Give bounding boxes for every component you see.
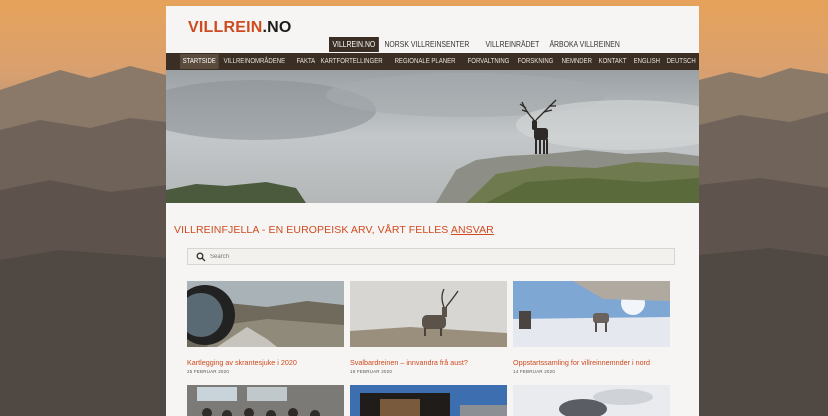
site-logo[interactable]: VILLREIN.NO [188,19,292,37]
article-card-svalbardreinen[interactable]: Svalbardreinen – innvandra frå aust? 19 … [350,281,507,374]
article-image-winter-reindeer[interactable] [513,281,670,347]
search-icon [196,252,206,262]
nav-item-forvaltning[interactable]: FORVALTNING [465,54,512,69]
logo-text-main: VILLREIN [188,19,263,36]
article-card-skrantesjuke[interactable]: Kartlegging av skrantesjuke i 2020 25 FE… [175,281,344,374]
article-title[interactable]: Oppstartssamling for villreinnemnder i n… [513,358,670,367]
hero-reindeer-image [166,70,699,203]
nav-item-kontakt[interactable]: KONTAKT [596,54,629,69]
topnav-item-villrein-no[interactable]: VILLREIN.NO [329,37,379,52]
search-input[interactable] [210,250,650,263]
article-date: 14 FEBRUAR 2020 [513,369,556,374]
article-image-svalbard-reindeer[interactable] [350,281,507,347]
top-navigation: VILLREIN.NO NORSK VILLREINSENTER VILLREI… [329,37,630,52]
nav-item-regionale-planer[interactable]: REGIONALE PLANER [392,54,458,69]
nav-item-forskning[interactable]: FORSKNING [515,54,556,69]
nav-item-villreinomradene[interactable]: VILLREINOMRÅDENE [221,54,288,69]
topnav-item-arboka[interactable]: ÅRBOKA VILLREINEN [546,37,623,52]
article-title[interactable]: Svalbardreinen – innvandra frå aust? [350,358,507,367]
topnav-item-norsk-villreinsenter[interactable]: NORSK VILLREINSENTER [381,37,473,52]
nav-item-deutsch[interactable]: DEUTSCH [664,54,698,69]
article-date: 19 FEBRUAR 2020 [350,369,393,374]
article-image-snow-animal[interactable] [513,385,670,416]
article-image-conference[interactable] [187,385,344,416]
site-header: VILLREIN.NO VILLREIN.NO NORSK VILLREINSE… [166,6,699,53]
topnav-item-villreinradet[interactable]: VILLREINRÅDET [482,37,543,52]
page-heading: VILLREINFJELLA - EN EUROPEISK ARV, VÅRT … [174,224,494,236]
heading-link-ansvar[interactable]: ANSVAR [451,224,494,236]
nav-item-fakta[interactable]: FAKTA [294,54,318,69]
article-image-rifle-scope[interactable] [175,281,344,347]
nav-item-kartfortellinger[interactable]: KARTFORTELLINGER [318,54,385,69]
heading-text: VILLREINFJELLA - EN EUROPEISK ARV, VÅRT … [174,224,451,236]
main-navigation: STARTSIDE VILLREINOMRÅDENE FAKTA KARTFOR… [166,53,699,70]
article-card-oppstartssamling[interactable]: Oppstartssamling for villreinnemnder i n… [513,281,670,374]
search-bar [187,248,675,265]
page-container: VILLREIN.NO VILLREIN.NO NORSK VILLREINSE… [166,6,699,416]
logo-text-domain: .NO [262,19,292,36]
nav-item-nemnder[interactable]: NEMNDER [559,54,595,69]
article-title[interactable]: Kartlegging av skrantesjuke i 2020 [187,358,344,367]
article-image-building[interactable] [350,385,507,416]
nav-item-startside[interactable]: STARTSIDE [180,54,219,69]
article-date: 25 FEBRUAR 2020 [187,369,230,374]
nav-item-english[interactable]: ENGLISH [631,54,663,69]
